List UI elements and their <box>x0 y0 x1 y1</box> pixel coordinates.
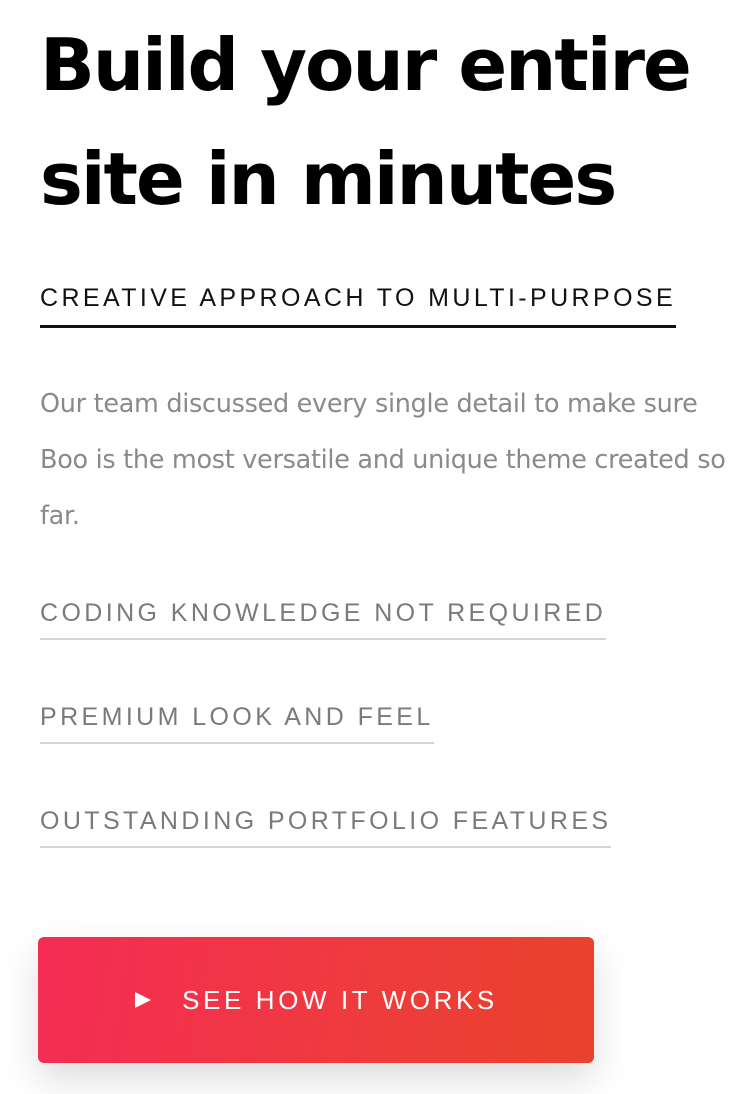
feature-item-coding: CODING KNOWLEDGE NOT REQUIRED <box>40 599 607 640</box>
cta-label: SEE HOW IT WORKS <box>182 984 498 1015</box>
feature-item-premium: PREMIUM LOOK AND FEEL <box>40 703 434 744</box>
section-subheading: CREATIVE APPROACH TO MULTI-PURPOSE <box>40 284 677 328</box>
section-description: Our team discussed every single detail t… <box>40 389 726 531</box>
feature-item-portfolio: OUTSTANDING PORTFOLIO FEATURES <box>40 807 612 848</box>
hero-title: Build your entire site in minutes <box>40 23 692 221</box>
see-how-it-works-button[interactable]: SEE HOW IT WORKS <box>38 937 594 1063</box>
cta-content: SEE HOW IT WORKS <box>134 985 498 1016</box>
play-icon <box>134 991 152 1009</box>
